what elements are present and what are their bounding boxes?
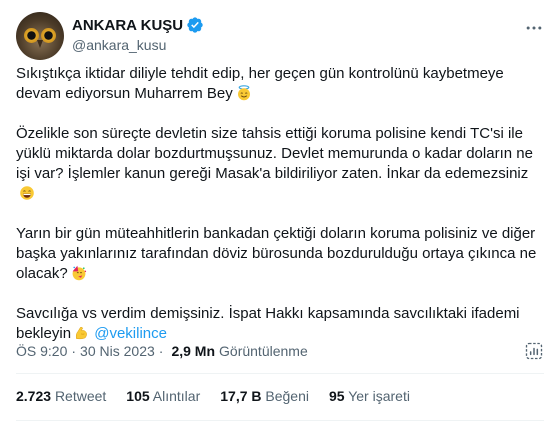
tweet-text: Sıkıştıkça iktidar diliyle tehdit edip, … — [16, 65, 504, 102]
mention-link[interactable]: @vekilince — [94, 325, 167, 342]
like-count[interactable]: 17,7 B Beğeni — [220, 388, 309, 404]
stat-label: Retweet — [54, 388, 107, 404]
divider — [16, 420, 544, 421]
grinning-face-with-smiling-eyes-icon — [20, 186, 34, 200]
tweet-paragraph-4: Savcılığa vs verdim demişsiniz. İspat Ha… — [16, 304, 544, 344]
tweet-paragraph-2: Özelikle son süreçte devletin size tahsi… — [16, 124, 544, 204]
stat-label: Yer işareti — [348, 388, 410, 404]
tweet-body: Sıkıştıkça iktidar diliyle tehdit edip, … — [16, 64, 544, 364]
stat-value: 95 — [328, 388, 345, 404]
more-options-icon[interactable] — [524, 18, 544, 38]
stat-label: Alıntılar — [152, 388, 201, 404]
flexed-biceps-icon — [76, 326, 87, 340]
separator-dot: · — [158, 343, 164, 359]
tweet-text: Yarın bir gün müteahhitlerin bankadan çe… — [16, 225, 537, 282]
view-count-label: Görüntülenme — [219, 343, 308, 359]
separator-dot: · — [71, 343, 77, 359]
tweet-meta: ÖS 9:20 · 30 Nis 2023 · 2,9 Mn Görüntüle… — [16, 343, 308, 359]
stat-value: 2.723 — [16, 388, 52, 404]
display-name[interactable]: ANKARA KUŞU — [72, 17, 183, 34]
tweet-text: Savcılığa vs verdim demişsiniz. İspat Ha… — [16, 305, 520, 342]
verified-badge-icon — [187, 17, 203, 33]
retweet-count[interactable]: 2.723 Retweet — [16, 388, 106, 404]
tweet-paragraph-1: Sıkıştıkça iktidar diliyle tehdit edip, … — [16, 64, 544, 104]
view-count: 2,9 Mn — [171, 343, 216, 359]
user-handle[interactable]: @ankara_kusu — [72, 37, 166, 53]
stat-value: 105 — [126, 388, 150, 404]
stat-label: Beğeni — [265, 388, 309, 404]
bookmark-count[interactable]: 95 Yer işareti — [329, 388, 410, 404]
tweet-header: ANKARA KUŞU @ankara_kusu — [16, 12, 544, 60]
engagement-stats: 2.723 Retweet 105 Alıntılar 17,7 B Beğen… — [16, 388, 410, 404]
tweet-date[interactable]: 30 Nis 2023 — [80, 343, 155, 359]
quote-count[interactable]: 105 Alıntılar — [126, 388, 200, 404]
avatar[interactable] — [16, 12, 64, 60]
stat-value: 17,7 B — [220, 388, 262, 404]
owl-beak — [37, 40, 43, 48]
owl-right-eye — [41, 28, 56, 43]
analytics-icon[interactable] — [524, 341, 544, 361]
smiling-face-with-halo-icon — [237, 85, 250, 101]
tweet-time[interactable]: ÖS 9:20 — [16, 343, 67, 359]
tweet-paragraph-3: Yarın bir gün müteahhitlerin bankadan çe… — [16, 224, 544, 284]
name-row: ANKARA KUŞU — [72, 16, 204, 34]
partying-face-icon — [72, 265, 86, 281]
tweet-text: Özelikle son süreçte devletin size tahsi… — [16, 125, 533, 182]
divider — [16, 373, 544, 374]
